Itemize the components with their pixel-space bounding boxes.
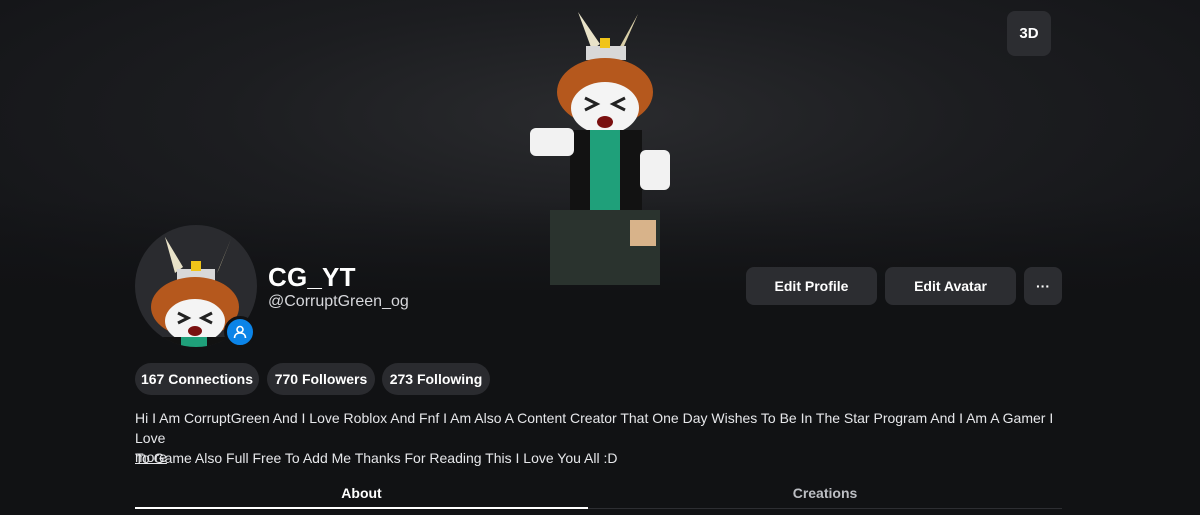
profile-bio: Hi I Am CorruptGreen And I Love Roblox A… (135, 408, 1065, 468)
tab-about[interactable]: About (135, 475, 588, 511)
bio-line: To Game Also Full Free To Add Me Thanks … (135, 450, 618, 466)
connections-count[interactable]: 167 Connections (135, 363, 259, 395)
online-status-badge (224, 316, 256, 348)
bio-more-link[interactable]: more (135, 449, 167, 465)
tab-divider (588, 508, 1062, 509)
display-name: CG_YT (268, 262, 356, 292)
edit-avatar-button[interactable]: Edit Avatar (885, 267, 1016, 305)
avatar-figure (530, 12, 670, 285)
active-tab-indicator (135, 507, 588, 509)
bio-line: Hi I Am CorruptGreen And I Love Roblox A… (135, 410, 1054, 446)
username: @CorruptGreen_og (268, 293, 409, 310)
view-3d-button[interactable]: 3D (1007, 11, 1051, 56)
following-count[interactable]: 273 Following (382, 363, 490, 395)
tab-creations[interactable]: Creations (588, 475, 1062, 511)
user-icon (233, 325, 247, 339)
more-options-button[interactable]: ··· (1024, 267, 1062, 305)
followers-count[interactable]: 770 Followers (267, 363, 375, 395)
ellipsis-icon: ··· (1036, 278, 1050, 294)
edit-profile-button[interactable]: Edit Profile (746, 267, 877, 305)
